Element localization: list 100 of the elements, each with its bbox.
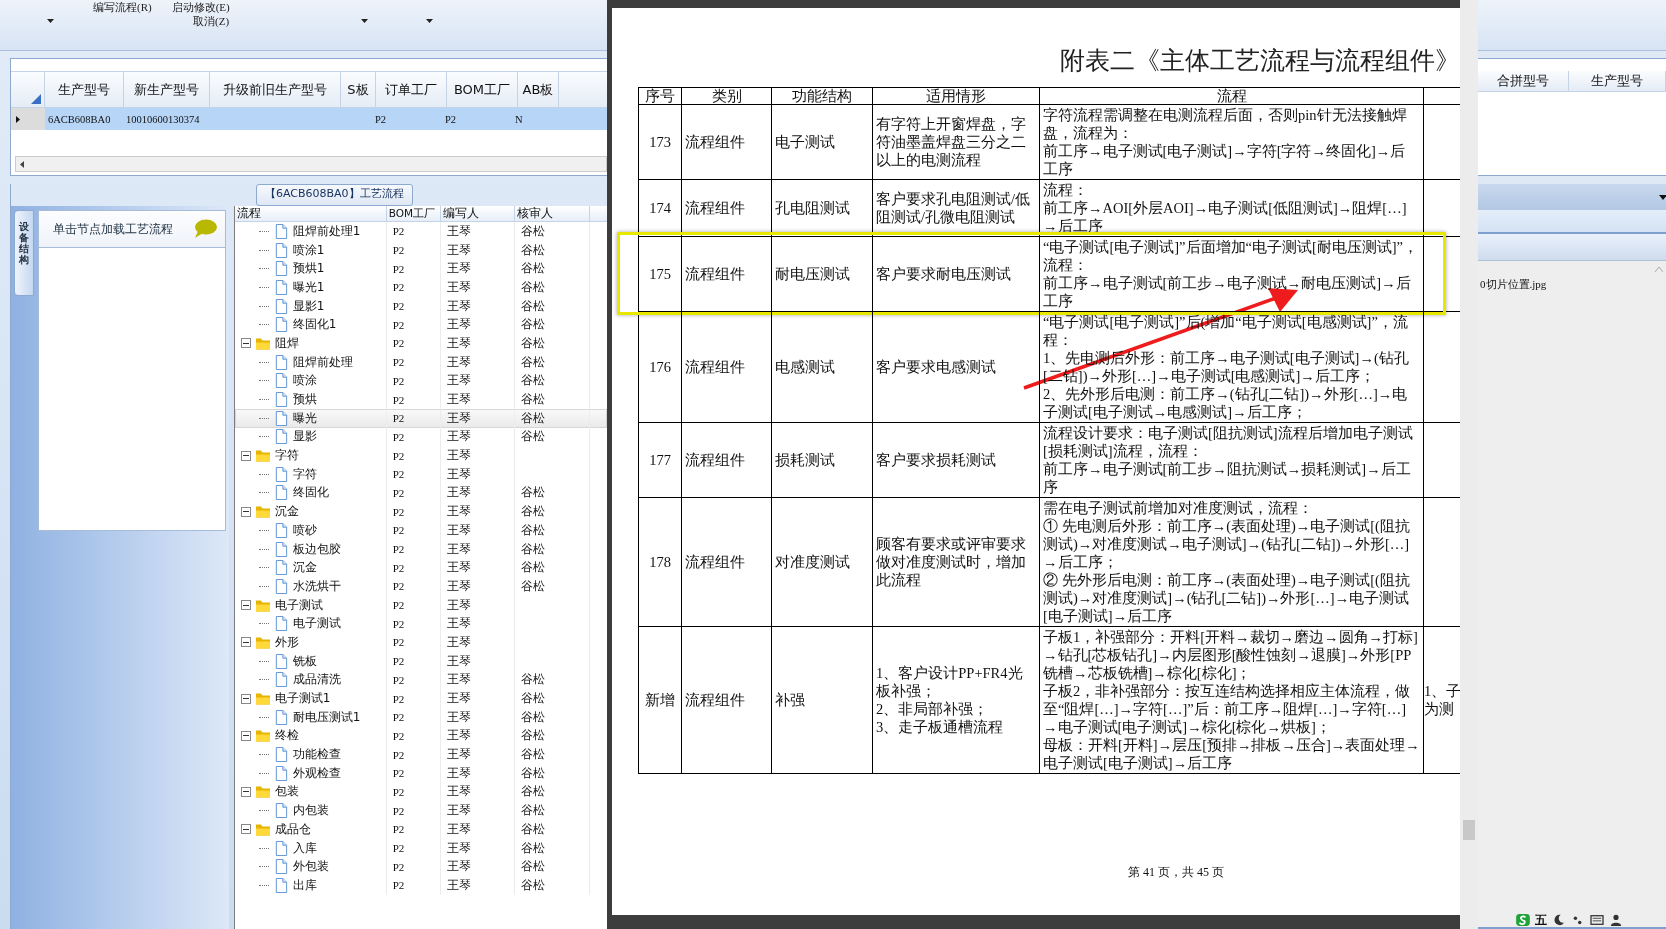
table-cell: P2: [392, 711, 405, 724]
tree-node-label: 电子测试: [274, 596, 323, 614]
tree-row[interactable]: 外包装 P2 王琴 谷松: [234, 857, 607, 877]
table-cell-text: 字符流程需调整在电测流程后面，否则pin针无法接触焊盘，流程为：: [1043, 106, 1408, 142]
tree-row[interactable]: 入库 P2 王琴 谷松: [234, 838, 607, 858]
table-cell: P2: [392, 804, 405, 817]
tree-row[interactable]: 外形 P2 王琴: [234, 633, 607, 652]
tree-row[interactable]: 包装 P2 王琴 谷松: [234, 782, 607, 802]
collapse-icon[interactable]: [240, 693, 251, 704]
horizontal-scrollbar[interactable]: [15, 156, 607, 172]
tree-row[interactable]: 阻焊前处理1 P2 王琴 谷松: [234, 222, 607, 241]
table-cell: 王琴: [446, 820, 471, 838]
tree-row[interactable]: 预烘1 P2 王琴 谷松: [234, 259, 607, 279]
tree-row[interactable]: 喷砂 P2 王琴 谷松: [234, 521, 607, 540]
ribbon-button[interactable]: 取消(Z): [193, 13, 230, 29]
table-cell: 谷松: [520, 577, 545, 595]
column-header[interactable]: 新生产型号: [124, 72, 210, 107]
table-cell-text: 顾客有要求或评审要求做对准度测试时，增加此流程: [876, 535, 1027, 589]
tree-row[interactable]: 字符 P2 王琴: [234, 464, 607, 484]
tree-row[interactable]: 内包装 P2 王琴 谷松: [234, 801, 607, 820]
column-header[interactable]: 生产型号: [1569, 71, 1666, 91]
collapse-icon[interactable]: [240, 338, 251, 349]
collapse-icon[interactable]: [240, 637, 251, 648]
table-cell: P2: [392, 561, 405, 574]
tree-row[interactable]: 显影1 P2 王琴 谷松: [234, 296, 607, 316]
panel-hint: 单击节点加载工艺流程: [53, 220, 173, 238]
select-all-corner-icon[interactable]: [31, 94, 41, 104]
table-cell: 谷松: [520, 559, 545, 577]
tree-row[interactable]: 终固化1 P2 王琴 谷松: [234, 315, 607, 335]
tree-row[interactable]: 显影 P2 王琴 谷松: [234, 427, 607, 447]
tree-node-label: 铣板: [292, 652, 317, 670]
table-cell: P2: [392, 785, 405, 798]
collapse-icon[interactable]: [240, 600, 251, 611]
tree-row[interactable]: 板边包胶 P2 王琴 谷松: [234, 539, 607, 559]
tree-row[interactable]: 阻焊前处理 P2 王琴 谷松: [234, 352, 607, 372]
tree-row[interactable]: 出库 P2 王琴 谷松: [234, 876, 607, 895]
tree-row[interactable]: 喷涂1 P2 王琴 谷松: [234, 240, 607, 260]
column-header[interactable]: 核审人: [514, 206, 590, 221]
tree-row[interactable]: 电子测试1 P2 王琴 谷松: [234, 689, 607, 708]
dropdown-caret-icon[interactable]: [361, 19, 369, 23]
tree-row[interactable]: 终固化 P2 王琴 谷松: [234, 483, 607, 503]
table-cell: 175: [649, 265, 671, 283]
tree-row[interactable]: 沉金 P2 王琴 谷松: [234, 502, 607, 521]
folder-icon: [254, 448, 271, 464]
table-cell: P2: [392, 430, 405, 443]
table-cell: 王琴: [446, 615, 471, 633]
scroll-left-icon[interactable]: [20, 160, 24, 168]
tree-row[interactable]: 耐电压测试1 P2 王琴 谷松: [234, 707, 607, 727]
tree-row[interactable]: 功能检查 P2 王琴 谷松: [234, 745, 607, 764]
table-cell: 补强: [775, 691, 805, 709]
dropdown-caret-icon[interactable]: [1659, 194, 1666, 200]
tree-row[interactable]: 字符 P2 王琴: [234, 446, 607, 465]
moon-icon[interactable]: [1552, 914, 1566, 926]
column-header[interactable]: BOM工厂: [447, 72, 518, 107]
table-cell: P2: [392, 823, 405, 836]
s-logo-icon[interactable]: [1516, 914, 1530, 926]
tree-row[interactable]: 成品仓 P2 王琴 谷松: [234, 820, 607, 839]
ribbon-button[interactable]: 启动修改(E): [171, 0, 230, 13]
tree-row[interactable]: 阻焊 P2 王琴 谷松: [234, 334, 607, 353]
collapse-icon[interactable]: [240, 730, 251, 741]
column-header[interactable]: AB板: [518, 72, 559, 107]
column-header[interactable]: 生产型号: [45, 72, 124, 107]
column-header[interactable]: 订单工厂: [376, 72, 447, 107]
file-name[interactable]: 0切片位置.jpg: [1480, 278, 1547, 290]
table-cell: 电子测试: [775, 133, 835, 151]
collapse-icon[interactable]: [240, 506, 251, 517]
tree-row[interactable]: 电子测试 P2 王琴: [234, 595, 607, 615]
column-header[interactable]: S板: [341, 72, 376, 107]
column-header[interactable]: 流程: [234, 206, 387, 221]
scrollbar-thumb[interactable]: [1463, 820, 1475, 840]
ribbon-button[interactable]: 编写流程(R): [93, 0, 152, 13]
collapse-icon[interactable]: [240, 786, 251, 797]
dropdown-caret-icon[interactable]: [47, 19, 54, 23]
tree-row[interactable]: 铣板 P2 王琴: [234, 651, 607, 671]
tree-row[interactable]: 曝光1 P2 王琴 谷松: [234, 278, 607, 297]
column-header[interactable]: BOM工厂: [386, 206, 441, 221]
tree-row[interactable]: 外观检查 P2 王琴 谷松: [234, 763, 607, 783]
input-mode-label[interactable]: 五: [1535, 914, 1547, 926]
tree-row[interactable]: 终检 P2 王琴 谷松: [234, 726, 607, 746]
column-header[interactable]: 升级前旧生产型号: [210, 72, 341, 107]
tree-row[interactable]: 预烘 P2 王琴 谷松: [234, 390, 607, 409]
side-tab[interactable]: 设备结构: [14, 210, 34, 296]
tree-row[interactable]: 曝光 P2 王琴 谷松: [234, 408, 607, 428]
table-cell: 谷松: [520, 484, 545, 502]
tree-node-label: 终检: [274, 727, 299, 745]
collapse-icon[interactable]: [240, 824, 251, 835]
keyboard-icon[interactable]: [1590, 914, 1604, 926]
table-cell-text: 2、先外形后电测：前工序→(钻孔[二钻])→外形[…]→电子测试[电子测试→电感测试]→后工序；: [1043, 385, 1409, 421]
person-icon[interactable]: [1609, 914, 1623, 926]
tree-row[interactable]: 成品清洗 P2 王琴 谷松: [234, 670, 607, 690]
tree-row[interactable]: 水洗烘干 P2 王琴 谷松: [234, 577, 607, 596]
tree-row[interactable]: 喷涂 P2 王琴 谷松: [234, 371, 607, 391]
collapse-icon[interactable]: [240, 450, 251, 461]
tree-row[interactable]: 电子测试 P2 王琴: [234, 614, 607, 634]
grid-row[interactable]: 6ACB608BA0 10010600130374 P2 P2 N: [11, 108, 607, 130]
dropdown-caret-icon[interactable]: [426, 19, 434, 23]
column-header[interactable]: 合拼型号: [1478, 71, 1569, 91]
vertical-scrollbar[interactable]: [1460, 0, 1478, 929]
column-header[interactable]: 编写人: [440, 206, 515, 221]
tree-row[interactable]: 沉金 P2 王琴 谷松: [234, 558, 607, 578]
